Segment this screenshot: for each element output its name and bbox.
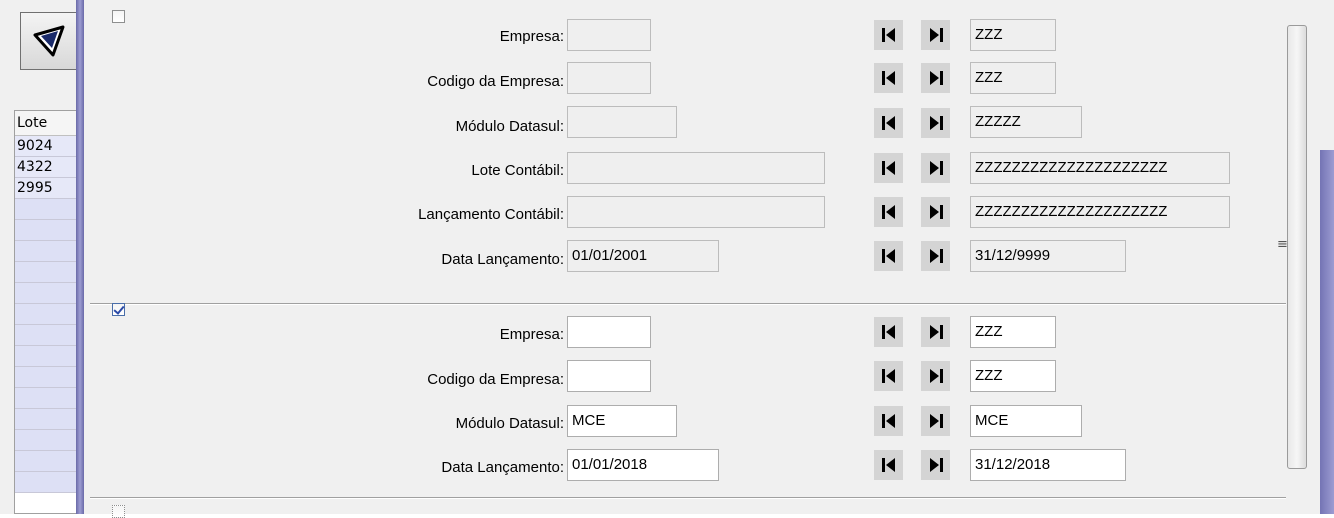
empresa-from-field[interactable]	[567, 316, 651, 348]
table-row[interactable]	[15, 451, 78, 472]
lote-grid[interactable]: Lote 9024 4322 2995	[14, 110, 78, 514]
splitter-bar[interactable]	[76, 0, 84, 514]
table-row[interactable]	[15, 472, 78, 493]
table-row[interactable]	[15, 388, 78, 409]
codigo-empresa-from-field[interactable]	[567, 360, 651, 392]
section-separator	[90, 497, 1286, 499]
modulo-datasul-from-field[interactable]: MCE	[567, 405, 677, 437]
last-button[interactable]	[921, 317, 950, 347]
table-row[interactable]	[15, 304, 78, 325]
field-label: Empresa:	[499, 326, 564, 343]
grid-column-header-lote[interactable]: Lote	[15, 111, 78, 136]
table-row[interactable]	[15, 409, 78, 430]
right-edge-bar	[1320, 150, 1334, 514]
table-row[interactable]: 4322	[15, 157, 78, 178]
field-label: Data Lançamento:	[441, 459, 564, 476]
last-button[interactable]	[921, 361, 950, 391]
table-row[interactable]	[15, 430, 78, 451]
table-row[interactable]	[15, 241, 78, 262]
last-button[interactable]	[921, 406, 950, 436]
section-2-checkbox[interactable]	[112, 303, 125, 316]
field-label: Codigo da Empresa:	[427, 371, 564, 388]
table-row[interactable]	[15, 367, 78, 388]
left-panel: Lote 9024 4322 2995	[0, 0, 81, 514]
first-button[interactable]	[874, 406, 903, 436]
first-button[interactable]	[874, 361, 903, 391]
first-button[interactable]	[874, 450, 903, 480]
field-label: Módulo Datasul:	[455, 415, 564, 432]
last-button[interactable]	[921, 450, 950, 480]
filter-form-panel: Empresa: ZZZ Codigo da Empresa: ZZZ Módu…	[84, 0, 1334, 518]
section-2: Empresa: ZZZ Codigo da Empresa: ZZZ Módu…	[84, 0, 1284, 514]
table-row[interactable]	[15, 283, 78, 304]
filter-button[interactable]	[20, 12, 78, 70]
table-row[interactable]	[15, 262, 78, 283]
scrollbar-thumb[interactable]	[1287, 25, 1307, 469]
table-row[interactable]	[15, 346, 78, 367]
table-row[interactable]	[15, 199, 78, 220]
table-row[interactable]: 9024	[15, 136, 78, 157]
modulo-datasul-to-field[interactable]: MCE	[970, 405, 1082, 437]
section-3-checkbox[interactable]	[112, 505, 125, 518]
empresa-to-field[interactable]: ZZZ	[970, 316, 1056, 348]
scroll-grip-icon: ≡	[1277, 237, 1288, 252]
first-button[interactable]	[874, 317, 903, 347]
table-row[interactable]: 2995	[15, 178, 78, 199]
data-lancamento-to-field[interactable]: 31/12/2018	[970, 449, 1126, 481]
codigo-empresa-to-field[interactable]: ZZZ	[970, 360, 1056, 392]
table-row[interactable]	[15, 325, 78, 346]
grid-rows: 9024 4322 2995	[15, 136, 78, 493]
table-row[interactable]	[15, 220, 78, 241]
data-lancamento-from-field[interactable]: 01/01/2018	[567, 449, 719, 481]
